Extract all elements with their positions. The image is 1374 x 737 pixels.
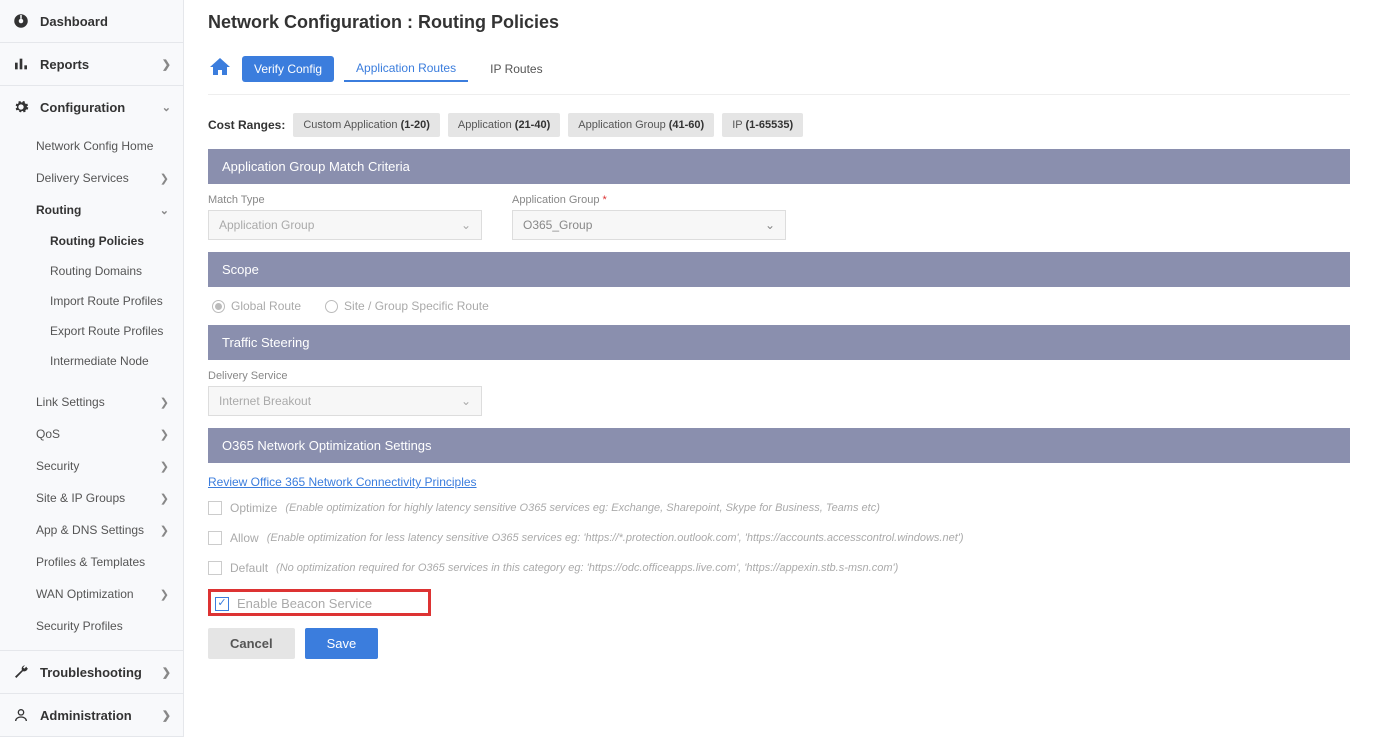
nav-administration-label: Administration [40,708,132,723]
reports-icon [12,55,30,73]
sidebar: Dashboard Reports ❯ Configuration ⌄ Netw… [0,0,184,737]
gear-icon [12,98,30,116]
checkbox-optimize-label: Optimize [230,501,277,515]
sidebar-item-link-settings[interactable]: Link Settings❯ [0,386,183,418]
sidebar-item-routing-policies[interactable]: Routing Policies [0,226,183,256]
sidebar-item-routing[interactable]: Routing⌄ [0,194,183,226]
sidebar-item-routing-domains[interactable]: Routing Domains [0,256,183,286]
radio-input-icon [325,300,338,313]
checkbox-default-label: Default [230,561,268,575]
chevron-right-icon: ❯ [160,588,169,601]
chevron-down-icon: ⌄ [765,218,775,232]
sidebar-item-wan-opt[interactable]: WAN Optimization❯ [0,578,183,610]
chevron-right-icon: ❯ [162,58,171,71]
radio-global-label: Global Route [231,299,301,313]
dashboard-icon [12,12,30,30]
wrench-icon [12,663,30,681]
checkbox-allow-label: Allow [230,531,259,545]
section-match-criteria: Application Group Match Criteria [208,149,1350,184]
nav-troubleshooting[interactable]: Troubleshooting ❯ [0,651,183,694]
sidebar-item-export-route[interactable]: Export Route Profiles [0,316,183,346]
nav-reports-label: Reports [40,57,89,72]
chevron-down-icon: ⌄ [160,204,169,217]
nav-troubleshooting-label: Troubleshooting [40,665,142,680]
checkbox-beacon[interactable] [215,597,229,611]
sidebar-item-import-route[interactable]: Import Route Profiles [0,286,183,316]
sidebar-item-qos[interactable]: QoS❯ [0,418,183,450]
checkbox-allow-hint: (Enable optimization for less latency se… [267,532,964,544]
sidebar-item-app-dns[interactable]: App & DNS Settings❯ [0,514,183,546]
checkbox-beacon-label: Enable Beacon Service [237,596,372,611]
match-type-value: Application Group [219,218,314,232]
chevron-right-icon: ❯ [160,428,169,441]
nav-administration[interactable]: Administration ❯ [0,694,183,737]
app-group-select[interactable]: O365_Group ⌄ [512,210,786,240]
section-o365: O365 Network Optimization Settings [208,428,1350,463]
highlight-beacon-box: Enable Beacon Service [208,589,431,616]
nav-configuration-label: Configuration [40,100,125,115]
sidebar-item-site-ip[interactable]: Site & IP Groups❯ [0,482,183,514]
cost-ranges-row: Cost Ranges: Custom Application (1-20) A… [208,113,1350,137]
chevron-right-icon: ❯ [160,460,169,473]
tab-bar: Verify Config Application Routes IP Rout… [208,55,1350,95]
delivery-service-label: Delivery Service [208,370,482,382]
page-title: Network Configuration : Routing Policies [208,12,1350,33]
cost-ranges-label: Cost Ranges: [208,118,285,132]
sidebar-item-security-profiles[interactable]: Security Profiles [0,610,183,642]
radio-global-route[interactable]: Global Route [212,299,301,313]
chevron-right-icon: ❯ [160,396,169,409]
cancel-button[interactable]: Cancel [208,628,295,659]
checkbox-default-hint: (No optimization required for O365 servi… [276,562,898,574]
checkbox-optimize-hint: (Enable optimization for highly latency … [285,502,880,514]
checkbox-optimize[interactable] [208,501,222,515]
nav-configuration[interactable]: Configuration ⌄ [0,86,183,128]
match-type-select[interactable]: Application Group ⌄ [208,210,482,240]
tab-application-routes[interactable]: Application Routes [344,55,468,82]
tab-verify-config[interactable]: Verify Config [242,56,334,82]
sidebar-item-delivery-services[interactable]: Delivery Services❯ [0,162,183,194]
chip-ip: IP (1-65535) [722,113,803,137]
nav-dashboard-label: Dashboard [40,14,108,29]
chip-app-group: Application Group (41-60) [568,113,714,137]
main-content: Network Configuration : Routing Policies… [184,0,1374,737]
chevron-right-icon: ❯ [162,666,171,679]
checkbox-default[interactable] [208,561,222,575]
delivery-service-select[interactable]: Internet Breakout ⌄ [208,386,482,416]
chip-application: Application (21-40) [448,113,560,137]
radio-input-icon [212,300,225,313]
chevron-down-icon: ⌄ [461,218,471,232]
sidebar-item-profiles[interactable]: Profiles & Templates [0,546,183,578]
match-type-label: Match Type [208,194,482,206]
radio-site-route[interactable]: Site / Group Specific Route [325,299,489,313]
section-traffic-steering: Traffic Steering [208,325,1350,360]
chevron-right-icon: ❯ [160,172,169,185]
home-icon[interactable] [208,55,232,82]
delivery-service-value: Internet Breakout [219,394,311,408]
chevron-right-icon: ❯ [160,492,169,505]
save-button[interactable]: Save [305,628,379,659]
chevron-right-icon: ❯ [160,524,169,537]
radio-site-label: Site / Group Specific Route [344,299,489,313]
sidebar-item-security[interactable]: Security❯ [0,450,183,482]
tab-ip-routes[interactable]: IP Routes [478,56,554,82]
chevron-down-icon: ⌄ [162,101,171,114]
nav-reports[interactable]: Reports ❯ [0,43,183,86]
sidebar-item-intermediate-node[interactable]: Intermediate Node [0,346,183,376]
o365-review-link[interactable]: Review Office 365 Network Connectivity P… [208,475,477,489]
chip-custom-app: Custom Application (1-20) [293,113,440,137]
checkbox-allow[interactable] [208,531,222,545]
sidebar-item-network-home[interactable]: Network Config Home [0,130,183,162]
app-group-label: Application Group * [512,194,786,206]
section-scope: Scope [208,252,1350,287]
chevron-right-icon: ❯ [162,709,171,722]
chevron-down-icon: ⌄ [461,394,471,408]
nav-dashboard[interactable]: Dashboard [0,0,183,43]
app-group-value: O365_Group [523,218,592,232]
config-submenu: Network Config Home Delivery Services❯ R… [0,128,183,650]
user-icon [12,706,30,724]
